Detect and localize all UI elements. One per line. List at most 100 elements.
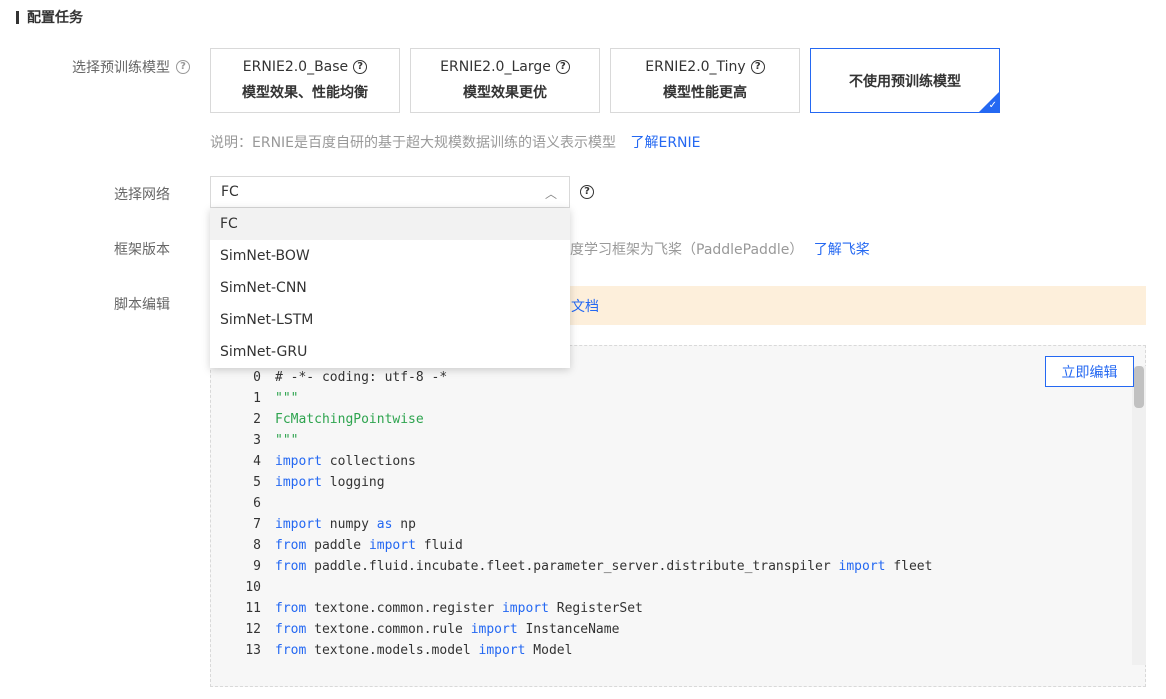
code-line: 13 from textone.models.model import Model <box>211 640 572 661</box>
section-bar <box>16 10 19 24</box>
model-card-tiny[interactable]: ERNIE2.0_Tiny ? 模型性能更高 <box>610 48 800 113</box>
code-keyword: from <box>275 601 307 616</box>
code-text: from textone.models.model import Model <box>275 643 573 658</box>
code-text: from paddle import fluid <box>275 538 463 553</box>
line-number: 0 <box>253 370 261 385</box>
framework-note: 度学习框架为飞桨（PaddlePaddle） <box>570 242 804 258</box>
card-name-row: ERNIE2.0_Tiny ? <box>645 59 765 75</box>
model-card-none[interactable]: 不使用预训练模型 ✓ <box>810 48 1000 113</box>
line-number: 1 <box>253 391 261 406</box>
network-option-fc[interactable]: FC <box>210 208 570 240</box>
code-line: 1 """ <box>211 388 298 409</box>
chevron-up-icon: ︿ <box>544 187 557 201</box>
docs-link[interactable]: 文档 <box>571 296 599 316</box>
line-number: 11 <box>245 601 261 616</box>
code-line: 11 from textone.common.register import Re… <box>211 598 643 619</box>
line-number: 10 <box>245 580 261 595</box>
section-header: 配置任务 <box>16 8 83 26</box>
network-option-simnet-gru[interactable]: SimNet-GRU <box>210 336 570 368</box>
code-editor[interactable]: 0 # -*- coding: utf-8 -* 1 """ 2 FcMatching… <box>210 345 1146 687</box>
help-icon[interactable]: ? <box>353 60 368 74</box>
code-keyword: from <box>275 643 307 658</box>
code-text: from textone.common.rule import Instance… <box>275 622 620 637</box>
code-keyword: import <box>275 517 322 532</box>
pretrain-label-row: 选择预训练模型 ? <box>72 57 190 77</box>
card-name: 不使用预训练模型 <box>849 73 961 90</box>
editor-scrollbar-track[interactable] <box>1132 366 1146 665</box>
card-desc: 模型效果更优 <box>463 85 547 101</box>
network-selected-value: FC <box>221 184 239 200</box>
code-text: import collections <box>275 454 416 469</box>
code-line: 5 import logging <box>211 472 385 493</box>
code-keyword: import <box>501 601 549 616</box>
check-icon: ✓ <box>988 100 997 111</box>
code-line: 7 import numpy as np <box>211 514 416 535</box>
model-card-base[interactable]: ERNIE2.0_Base ? 模型效果、性能均衡 <box>210 48 400 113</box>
learn-ernie-link[interactable]: 了解ERNIE <box>630 135 700 151</box>
network-label: 选择网络 <box>114 187 170 203</box>
line-number: 13 <box>245 643 261 658</box>
code-line: 0 # -*- coding: utf-8 -* <box>211 367 447 388</box>
network-option-simnet-cnn[interactable]: SimNet-CNN <box>210 272 570 304</box>
card-name-row: ERNIE2.0_Large ? <box>440 59 570 75</box>
line-number: 3 <box>253 433 261 448</box>
framework-note-row: 度学习框架为飞桨（PaddlePaddle） 了解飞桨 <box>570 239 870 259</box>
line-number: 12 <box>245 622 261 637</box>
code-line: 10 <box>211 577 275 598</box>
code-line: 2 FcMatchingPointwise <box>211 409 424 430</box>
code-text: import logging <box>275 475 385 490</box>
pretrain-note: 说明：ERNIE是百度自研的基于超大规模数据训练的语义表示模型 <box>210 135 617 151</box>
card-desc: 模型效果、性能均衡 <box>242 85 368 101</box>
script-label: 脚本编辑 <box>114 297 170 313</box>
code-keyword: import <box>838 559 886 574</box>
network-option-simnet-bow[interactable]: SimNet-BOW <box>210 240 570 272</box>
network-select[interactable]: FC ︿ <box>210 176 570 208</box>
code-keyword: import <box>368 538 416 553</box>
code-text: import numpy as np <box>275 517 416 532</box>
line-number: 4 <box>253 454 261 469</box>
line-number: 6 <box>253 496 261 511</box>
code-text: # -*- coding: utf-8 -* <box>275 370 448 385</box>
code-keyword: import <box>275 454 322 469</box>
network-dropdown: FC SimNet-BOW SimNet-CNN SimNet-LSTM Sim… <box>210 208 570 368</box>
model-card-large[interactable]: ERNIE2.0_Large ? 模型效果更优 <box>410 48 600 113</box>
help-icon[interactable]: ? <box>580 185 594 199</box>
card-desc: 模型性能更高 <box>663 85 747 101</box>
editor-scrollbar-thumb[interactable] <box>1134 366 1144 408</box>
code-line: 3 """ <box>211 430 298 451</box>
code-keyword: import <box>478 643 526 658</box>
code-keyword: as <box>376 517 393 532</box>
framework-label: 框架版本 <box>114 242 170 258</box>
edit-now-button[interactable]: 立即编辑 <box>1045 356 1134 387</box>
line-number: 7 <box>253 517 261 532</box>
help-icon[interactable]: ? <box>176 60 190 74</box>
pretrain-note-row: 说明：ERNIE是百度自研的基于超大规模数据训练的语义表示模型 了解ERNIE <box>210 132 701 152</box>
line-number: 9 <box>253 559 261 574</box>
code-line: 6 <box>211 493 275 514</box>
card-name: ERNIE2.0_Base <box>242 59 349 75</box>
help-icon[interactable]: ? <box>555 60 570 74</box>
card-name-row: ERNIE2.0_Base ? <box>242 59 368 75</box>
code-text: from textone.common.register import Regi… <box>275 601 643 616</box>
code-keyword: from <box>275 622 307 637</box>
section-title: 配置任务 <box>27 10 83 26</box>
card-name: ERNIE2.0_Tiny <box>645 59 746 75</box>
line-number: 8 <box>253 538 261 553</box>
code-keyword: import <box>275 475 322 490</box>
code-text: from paddle.fluid.incubate.fleet.paramet… <box>275 559 933 574</box>
code-line: 9 from paddle.fluid.incubate.fleet.parame… <box>211 556 932 577</box>
code-keyword: from <box>275 538 307 553</box>
code-text: """ <box>275 433 299 448</box>
help-icon[interactable]: ? <box>750 60 765 74</box>
pretrain-label: 选择预训练模型 <box>72 60 170 76</box>
line-number: 2 <box>253 412 261 427</box>
line-number: 5 <box>253 475 261 490</box>
code-text: """ <box>275 391 299 406</box>
code-text: FcMatchingPointwise <box>275 412 424 427</box>
code-line: 8 from paddle import fluid <box>211 535 463 556</box>
page: 配置任务 选择预训练模型 ? ERNIE2.0_Base ? 模型效果、性能均衡… <box>0 0 1166 699</box>
learn-paddle-link[interactable]: 了解飞桨 <box>814 242 870 258</box>
network-option-simnet-lstm[interactable]: SimNet-LSTM <box>210 304 570 336</box>
code-keyword: from <box>275 559 307 574</box>
code-keyword: import <box>470 622 518 637</box>
